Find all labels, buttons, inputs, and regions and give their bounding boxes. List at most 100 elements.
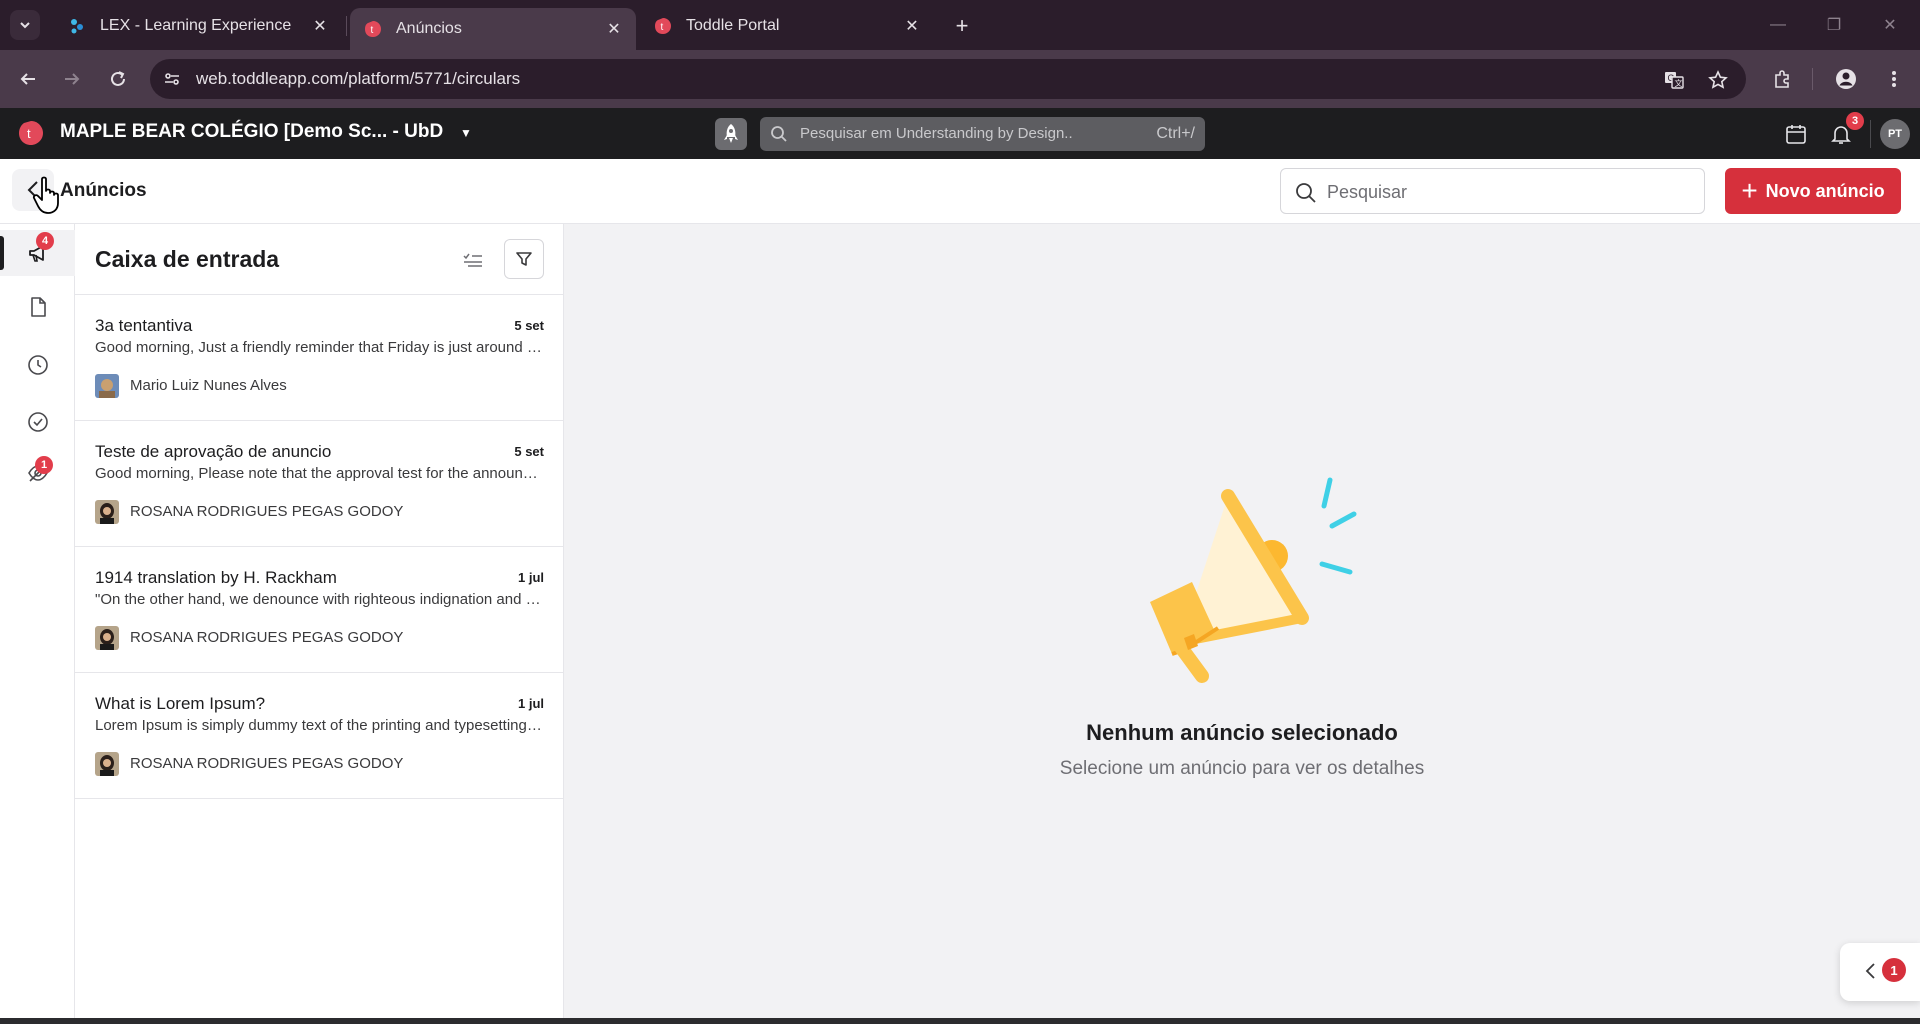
search-icon (1296, 183, 1316, 203)
hand-cursor-icon (32, 176, 59, 214)
search-icon (771, 126, 787, 142)
toolbar-divider (1812, 68, 1813, 90)
tab-divider (346, 16, 347, 36)
tab-search-button[interactable] (10, 10, 40, 40)
avatar (95, 626, 119, 650)
svg-text:t: t (27, 126, 31, 141)
close-icon[interactable]: ✕ (602, 17, 626, 41)
inbox-title: Caixa de entrada (95, 246, 280, 272)
avatar (95, 374, 119, 398)
close-icon[interactable]: ✕ (308, 14, 332, 38)
sort-icon[interactable] (460, 248, 486, 272)
rail-item-hidden[interactable]: 1 (0, 450, 75, 496)
rail-badge: 1 (35, 456, 53, 474)
message-subject: 3a tentantiva (95, 316, 193, 335)
extensions-icon[interactable] (1766, 63, 1798, 95)
tab-toddle-portal[interactable]: t Toddle Portal ✕ (640, 8, 934, 44)
address-bar[interactable]: web.toddleapp.com/platform/5771/circular… (150, 59, 1746, 99)
check-circle-icon (27, 412, 48, 432)
star-icon[interactable] (1706, 68, 1730, 92)
document-icon (30, 297, 46, 317)
calendar-icon[interactable] (1782, 120, 1810, 148)
chat-launcher-button[interactable]: 1 (1840, 943, 1920, 1001)
clock-icon (27, 355, 48, 375)
arrow-left-icon (20, 73, 35, 85)
school-switcher[interactable]: MAPLE BEAR COLÉGIO [Demo Sc... - UbD (60, 121, 443, 143)
rocket-button[interactable] (715, 118, 747, 150)
browser-toolbar: web.toddleapp.com/platform/5771/circular… (0, 50, 1920, 108)
new-announcement-button[interactable]: + Novo anúncio (1725, 168, 1901, 214)
announcement-search-input[interactable]: Pesquisar (1280, 168, 1705, 214)
browser-tab-bar: LEX - Learning Experience ✕ t Anúncios ✕… (0, 0, 1920, 50)
reload-icon (111, 71, 125, 86)
tab-title: Toddle Portal (686, 17, 780, 34)
megaphone-illustration-icon (1150, 477, 1357, 683)
menu-icon[interactable] (1878, 63, 1910, 95)
arrow-right-icon (65, 73, 80, 85)
translate-icon[interactable]: G文 (1662, 68, 1686, 92)
list-item[interactable]: Teste de aprovação de anuncio 5 set Good… (75, 421, 564, 547)
avatar[interactable]: PT (1880, 119, 1910, 149)
avatar (95, 500, 119, 524)
list-item[interactable]: 1914 translation by H. Rackham 1 jul "On… (75, 547, 564, 673)
header-divider (1870, 120, 1871, 148)
page-title: Anúncios (60, 180, 147, 201)
svg-text:t: t (371, 25, 374, 36)
chevron-down-icon (20, 22, 30, 29)
left-rail: 4 1 (0, 224, 75, 1024)
rail-item-announcements[interactable]: 4 (0, 230, 75, 276)
caret-down-icon[interactable]: ▼ (460, 126, 472, 140)
window-close-button[interactable]: ✕ (1876, 12, 1904, 38)
message-preview: Good morning, Just a friendly reminder t… (95, 339, 545, 356)
back-button[interactable] (12, 63, 44, 95)
toddle-logo-icon[interactable]: t (18, 120, 44, 146)
restore-button[interactable]: ❐ (1820, 12, 1848, 38)
inbox-header: Caixa de entrada (75, 224, 564, 295)
search-shortcut: Ctrl+/ (1156, 125, 1195, 142)
plus-icon: + (1741, 175, 1758, 206)
site-settings-icon[interactable] (162, 69, 182, 89)
message-subject: 1914 translation by H. Rackham (95, 568, 337, 587)
minimize-button[interactable]: — (1764, 12, 1792, 38)
search-placeholder: Pesquisar em Understanding by Design.. (800, 125, 1073, 142)
profile-icon[interactable] (1830, 63, 1862, 95)
tab-title: Anúncios (396, 20, 462, 37)
rocket-icon (724, 124, 738, 143)
page-header: Anúncios Pesquisar + Novo anúncio (0, 159, 1920, 224)
global-search-input[interactable]: Pesquisar em Understanding by Design.. C… (760, 117, 1205, 151)
close-icon[interactable]: ✕ (900, 14, 924, 38)
new-tab-button[interactable]: + (948, 12, 976, 40)
empty-state-title: Nenhum anúncio selecionado (1086, 720, 1398, 745)
message-preview: "On the other hand, we denounce with rig… (95, 591, 545, 608)
filter-icon (516, 252, 532, 266)
bottom-edge (0, 1018, 1920, 1024)
inbox-panel: Caixa de entrada 3a tentantiva 5 set Goo… (75, 224, 564, 1024)
tab-lex[interactable]: LEX - Learning Experience ✕ (54, 8, 342, 44)
tab-anuncios[interactable]: t Anúncios ✕ (350, 8, 636, 50)
rail-item-scheduled[interactable] (0, 342, 75, 388)
search-placeholder: Pesquisar (1327, 182, 1408, 202)
app-header: t MAPLE BEAR COLÉGIO [Demo Sc... - UbD ▼… (0, 108, 1920, 159)
svg-text:文: 文 (1675, 78, 1683, 88)
tab-title: LEX - Learning Experience (100, 17, 292, 34)
message-preview: Good morning, Please note that the appro… (95, 465, 545, 482)
chevron-left-icon (1860, 959, 1880, 983)
url-text: web.toddleapp.com/platform/5771/circular… (196, 69, 521, 88)
filter-button[interactable] (504, 239, 544, 279)
lex-icon (68, 17, 86, 35)
avatar (95, 752, 119, 776)
toddle-icon: t (364, 20, 382, 38)
list-item[interactable]: What is Lorem Ipsum? 1 jul Lorem Ipsum i… (75, 673, 564, 799)
message-preview: Lorem Ipsum is simply dummy text of the … (95, 717, 545, 734)
message-author: ROSANA RODRIGUES PEGAS GODOY (130, 755, 404, 772)
message-date: 1 jul (517, 696, 544, 711)
list-item[interactable]: 3a tentantiva 5 set Good morning, Just a… (75, 295, 564, 421)
forward-button[interactable] (56, 63, 88, 95)
rail-item-approved[interactable] (0, 399, 75, 445)
rail-item-drafts[interactable] (0, 284, 75, 330)
chat-badge: 1 (1882, 958, 1906, 982)
rail-badge: 4 (36, 232, 54, 250)
reload-button[interactable] (102, 63, 134, 95)
svg-text:t: t (661, 22, 664, 33)
message-date: 5 set (514, 318, 544, 333)
